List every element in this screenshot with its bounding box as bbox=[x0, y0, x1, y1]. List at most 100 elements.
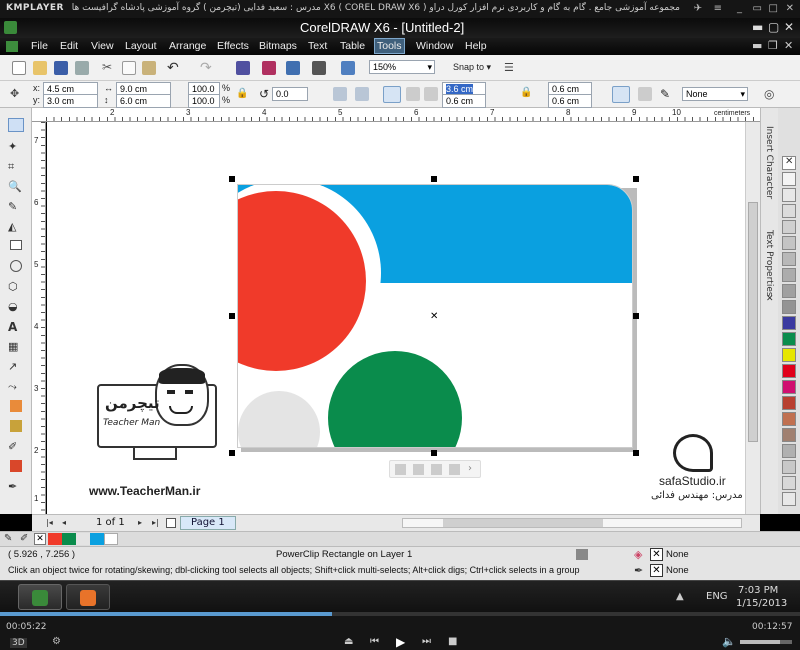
player-minimize-button[interactable]: _ bbox=[737, 3, 742, 14]
volume-icon[interactable]: 🔈 bbox=[722, 635, 736, 648]
lock-ratio-icon[interactable]: 🔒 bbox=[236, 88, 250, 102]
chamfer-corner-icon[interactable] bbox=[424, 87, 438, 101]
eject-icon[interactable]: ⏏ bbox=[344, 636, 353, 647]
basic-shapes-tool-icon[interactable]: ◒ bbox=[8, 300, 24, 314]
corner-radius-bottom-right-field[interactable]: 0.6 cm bbox=[548, 94, 592, 108]
mirror-vertical-icon[interactable] bbox=[355, 87, 369, 101]
menu-window[interactable]: Window bbox=[416, 40, 453, 52]
add-page-icon[interactable] bbox=[166, 518, 176, 528]
swatch-navy[interactable] bbox=[782, 316, 796, 330]
taskbar-kmplayer-button[interactable] bbox=[66, 584, 110, 610]
previous-icon[interactable]: ⏮ bbox=[370, 636, 379, 647]
new-document-icon[interactable] bbox=[12, 61, 26, 75]
app-minimize-button[interactable]: ▬ bbox=[752, 20, 763, 34]
dimension-tool-icon[interactable]: ↗ bbox=[8, 360, 24, 374]
menu-tools[interactable]: Tools bbox=[374, 38, 405, 54]
stop-icon[interactable]: ■ bbox=[448, 636, 457, 647]
doc-swatch-gray[interactable] bbox=[76, 533, 90, 545]
swatch-red[interactable] bbox=[782, 364, 796, 378]
swatch-none[interactable]: ✕ bbox=[782, 156, 796, 170]
selection-handle[interactable] bbox=[431, 450, 437, 456]
cut-icon[interactable]: ✂ bbox=[102, 61, 116, 75]
selection-handle[interactable] bbox=[229, 450, 235, 456]
select-contents-icon[interactable] bbox=[413, 464, 424, 475]
undo-icon[interactable]: ↶ bbox=[167, 60, 181, 76]
vertical-ruler[interactable]: 7 6 5 4 3 2 1 bbox=[32, 122, 46, 514]
doc-swatch-red[interactable] bbox=[48, 533, 62, 545]
eyedropper-tool-icon[interactable]: ✐ bbox=[8, 440, 24, 454]
doc-restore-button[interactable]: ❐ bbox=[768, 39, 778, 52]
wrap-text-icon[interactable] bbox=[638, 87, 652, 101]
mirror-horizontal-icon[interactable] bbox=[333, 87, 347, 101]
outline-width-select[interactable]: None ▾ bbox=[682, 87, 748, 101]
smart-fill-tool-icon[interactable]: ◭ bbox=[8, 220, 24, 234]
zoom-tool-icon[interactable]: 🔍 bbox=[8, 180, 24, 194]
text-properties-tab[interactable]: Text Properties bbox=[764, 230, 774, 297]
save-icon[interactable] bbox=[54, 61, 68, 75]
lock-contents-icon[interactable] bbox=[449, 464, 460, 475]
swatch-gray-80[interactable] bbox=[782, 300, 796, 314]
swatch-brick[interactable] bbox=[782, 396, 796, 410]
swatch-taupe[interactable] bbox=[782, 428, 796, 442]
outline-swatch[interactable]: ✕ bbox=[650, 564, 663, 577]
player-restore-button[interactable]: ▭ bbox=[753, 3, 762, 14]
drawing-canvas[interactable]: ✕ › تیچرمن Teacher Man www.TeacherMan.ir… bbox=[47, 122, 760, 514]
scallop-corner-icon[interactable] bbox=[406, 87, 420, 101]
fill-tool-icon[interactable] bbox=[10, 460, 22, 472]
selection-handle[interactable] bbox=[229, 176, 235, 182]
text-tool-icon[interactable]: A bbox=[8, 320, 24, 334]
selection-handle[interactable] bbox=[633, 176, 639, 182]
print-icon[interactable] bbox=[75, 61, 89, 75]
document-icon[interactable] bbox=[6, 41, 18, 52]
doc-swatch-green[interactable] bbox=[62, 533, 76, 545]
swatch-yellow[interactable] bbox=[782, 348, 796, 362]
connector-tool-icon[interactable]: ⤳ bbox=[8, 380, 24, 394]
color-profile-icon[interactable] bbox=[576, 549, 588, 560]
lock-corners-icon[interactable]: 🔒 bbox=[520, 87, 534, 101]
selection-handle[interactable] bbox=[633, 450, 639, 456]
redo-icon[interactable]: ↷ bbox=[200, 60, 214, 76]
doc-swatch-white[interactable] bbox=[104, 533, 118, 545]
green-circle[interactable] bbox=[328, 351, 462, 447]
horizontal-scrollbar[interactable] bbox=[402, 518, 742, 528]
player-menu-icon[interactable]: ≡ bbox=[714, 3, 722, 14]
swatch-gray-40[interactable] bbox=[782, 236, 796, 250]
swatch-gray-50[interactable] bbox=[782, 252, 796, 266]
swatch-gray-70[interactable] bbox=[782, 284, 796, 298]
menu-help[interactable]: Help bbox=[465, 40, 487, 52]
freehand-tool-icon[interactable]: ✎ bbox=[8, 200, 24, 214]
pick-tool-icon[interactable] bbox=[8, 118, 24, 132]
corner-radius-bottom-left-field[interactable]: 0.6 cm bbox=[442, 94, 486, 108]
corel-connect-icon[interactable] bbox=[341, 61, 355, 75]
insert-character-tab[interactable]: Insert Character bbox=[764, 126, 774, 199]
menu-edit[interactable]: Edit bbox=[60, 40, 78, 52]
doc-minimize-button[interactable]: ▬ bbox=[752, 39, 762, 52]
gray-circle[interactable] bbox=[238, 391, 320, 447]
selection-handle[interactable] bbox=[229, 313, 235, 319]
copy-icon[interactable] bbox=[122, 61, 136, 75]
paste-icon[interactable] bbox=[142, 61, 156, 75]
vertical-scrollbar[interactable] bbox=[745, 122, 760, 514]
app-close-button[interactable]: ✕ bbox=[784, 20, 794, 34]
shape-tool-icon[interactable]: ✦ bbox=[8, 140, 24, 154]
input-language[interactable]: ENG bbox=[706, 591, 728, 602]
doc-close-button[interactable]: ✕ bbox=[784, 39, 793, 52]
page-tab[interactable]: Page 1 bbox=[180, 516, 236, 530]
taskbar-coreldraw-button[interactable] bbox=[18, 584, 62, 610]
next-icon[interactable]: ⏭ bbox=[422, 636, 431, 647]
outline-tool-icon[interactable]: ✒ bbox=[8, 480, 24, 494]
menu-text[interactable]: Text bbox=[308, 40, 327, 52]
horizontal-ruler[interactable]: 2 3 4 5 6 7 8 9 10 centimeters bbox=[32, 108, 760, 122]
doc-swatch-blue[interactable] bbox=[90, 533, 104, 545]
swatch-light-gray[interactable] bbox=[782, 460, 796, 474]
pin-icon[interactable]: ✈ bbox=[694, 3, 702, 14]
settings-icon[interactable]: ⚙ bbox=[52, 636, 61, 647]
tray-arrow-icon[interactable]: ▲ bbox=[676, 591, 684, 602]
swatch-magenta[interactable] bbox=[782, 380, 796, 394]
y-position-field[interactable]: 3.0 cm bbox=[43, 94, 98, 108]
selection-handle[interactable] bbox=[633, 313, 639, 319]
convert-to-curves-icon[interactable]: ◎ bbox=[764, 87, 778, 101]
swatch-gray[interactable] bbox=[782, 444, 796, 458]
app-maximize-button[interactable]: ▢ bbox=[768, 20, 779, 34]
3d-button[interactable]: 3D bbox=[10, 638, 27, 648]
